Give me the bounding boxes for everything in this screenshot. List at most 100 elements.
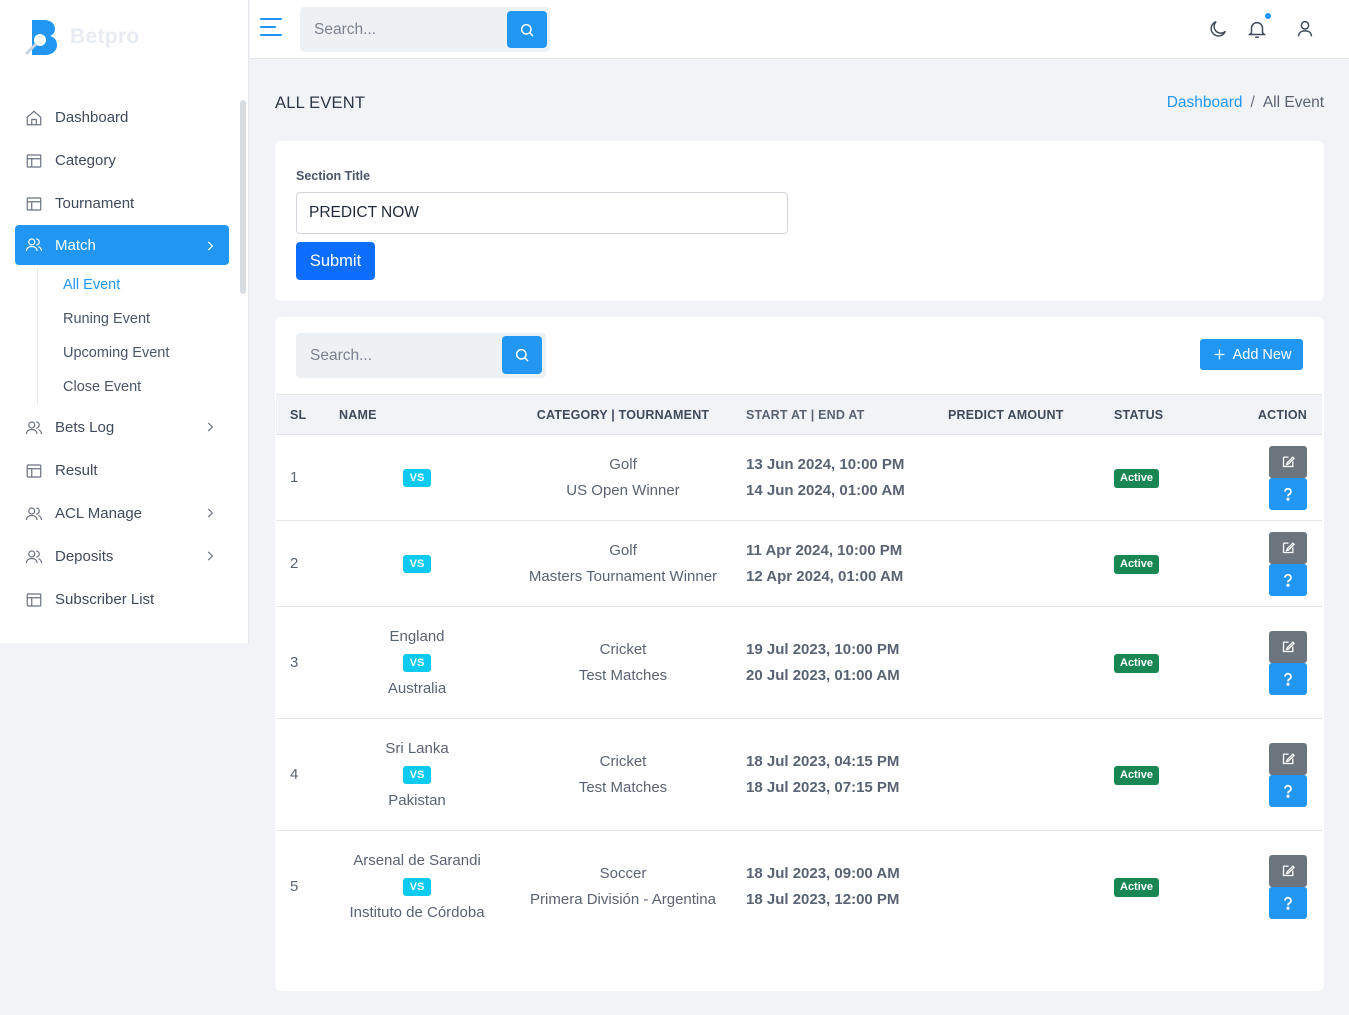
start-at: 18 Jul 2023, 04:15 PM [746,752,900,770]
sidebar-item-match[interactable]: Match [15,225,229,265]
edit-icon [1282,753,1295,765]
team-1: Sri Lanka [385,739,449,757]
question-button[interactable] [1269,563,1307,596]
events-card: Add New SL NAME CATEGORY | TOURNAMENT ST… [275,317,1324,991]
sidebar-item-category[interactable]: Category [15,139,229,182]
question-button[interactable] [1269,774,1307,807]
team-1: Arsenal de Sarandi [353,851,481,869]
row-category: Golf US Open Winner [508,435,738,521]
table-search-input[interactable] [296,333,501,378]
question-button[interactable] [1269,662,1307,695]
top-search-button[interactable] [507,11,547,48]
sidebar-item-subscriber-list[interactable]: Subscriber List [15,578,229,621]
question-icon [1284,573,1292,587]
submenu-item-all-event[interactable]: All Event [63,268,229,302]
row-dates: 18 Jul 2023, 09:00 AM 18 Jul 2023, 12:00… [738,831,948,943]
page-title: ALL EVENT [275,94,366,112]
notifications[interactable] [1246,12,1272,40]
table-row: 1 VS Golf US Open Winner 13 Jun 2024, 10… [276,435,1322,521]
edit-button[interactable] [1269,742,1307,775]
table-search-button[interactable] [502,336,542,374]
status-badge: Active [1114,554,1160,574]
row-name: England VS Australia [326,607,508,719]
row-sl: 1 [290,469,299,486]
events-table: SL NAME CATEGORY | TOURNAMENT START AT |… [276,394,1322,943]
edit-button[interactable] [1269,854,1307,887]
tournament-name: US Open Winner [566,481,680,499]
question-button[interactable] [1269,886,1307,919]
menu-toggle-icon[interactable] [260,18,282,38]
column-header-predict-amount: PREDICT AMOUNT [948,407,1064,422]
submit-button[interactable]: Submit [296,242,375,280]
edit-button[interactable] [1269,531,1307,564]
search-icon [520,23,534,37]
sidebar-item-dashboard[interactable]: Dashboard [15,96,229,139]
sidebar-item-deposits[interactable]: Deposits [15,535,229,578]
row-status: Active [1108,607,1228,719]
row-actions [1228,831,1322,943]
row-sl: 3 [290,654,299,671]
sidebar-item-result[interactable]: Result [15,449,229,492]
search-icon [515,348,529,362]
edit-button[interactable] [1269,630,1307,663]
breadcrumb-dashboard-link[interactable]: Dashboard [1167,94,1243,111]
sidebar-item-label: Dashboard [55,109,129,126]
topbar [250,0,1349,59]
top-search-input[interactable] [300,7,505,52]
row-category: Soccer Primera División - Argentina [508,831,738,943]
row-predict-amount [948,435,1108,521]
row-category: Golf Masters Tournament Winner [508,521,738,607]
submenu-item-running-event[interactable]: Runing Event [63,302,229,336]
row-sl: 4 [290,766,299,783]
start-at: 11 Apr 2024, 10:00 PM [746,541,903,559]
row-actions [1228,719,1322,831]
row-dates: 18 Jul 2023, 04:15 PM 18 Jul 2023, 07:15… [738,719,948,831]
brand-logo[interactable]: Betpro [24,18,139,56]
breadcrumb: Dashboard / All Event [1167,94,1324,112]
row-dates: 19 Jul 2023, 10:00 PM 20 Jul 2023, 01:00… [738,607,948,719]
section-title-input[interactable] [296,192,788,234]
row-predict-amount [948,607,1108,719]
edit-button[interactable] [1269,445,1307,478]
sidebar-scrollbar[interactable] [240,100,246,294]
add-new-button[interactable]: Add New [1200,339,1303,370]
user-icon[interactable] [1294,18,1316,40]
column-header-name: NAME [339,407,377,422]
users-icon [25,506,43,520]
row-dates: 11 Apr 2024, 10:00 PM 12 Apr 2024, 01:00… [738,521,948,607]
dark-mode-moon-icon[interactable] [1207,18,1229,40]
start-at: 13 Jun 2024, 10:00 PM [746,455,905,473]
section-title-card: Section Title Submit [275,141,1324,301]
edit-icon [1282,641,1295,653]
edit-icon [1282,542,1295,554]
match-submenu: All Event Runing Event Upcoming Event Cl… [37,268,229,404]
users-icon [25,549,43,563]
table-row: 3 England VS Australia Cricket Test Matc… [276,607,1322,719]
end-at: 18 Jul 2023, 12:00 PM [746,890,900,908]
row-predict-amount [948,719,1108,831]
submenu-item-close-event[interactable]: Close Event [63,370,229,404]
table-header-row: SL NAME CATEGORY | TOURNAMENT START AT |… [276,394,1322,435]
row-name: Sri Lanka VS Pakistan [326,719,508,831]
row-actions [1228,521,1322,607]
sidebar-item-tournament[interactable]: Tournament [15,182,229,225]
sidebar-item-bets-log[interactable]: Bets Log [15,406,229,449]
vs-badge: VS [402,554,432,573]
sidebar-item-label: Match [55,236,96,254]
chevron-right-icon [207,551,214,561]
chevron-right-icon [207,422,214,432]
question-button[interactable] [1269,477,1307,510]
chevron-right-icon [207,508,214,518]
team-2: Instituto de Córdoba [349,903,485,921]
submenu-item-upcoming-event[interactable]: Upcoming Event [63,336,229,370]
plus-icon [1214,349,1225,360]
sidebar-item-label: ACL Manage [55,505,142,522]
edit-icon [1282,865,1295,877]
row-category: Cricket Test Matches [508,719,738,831]
row-actions [1228,607,1322,719]
category-name: Golf [609,455,637,473]
sidebar-item-acl-manage[interactable]: ACL Manage [15,492,229,535]
question-icon [1284,487,1292,501]
column-header-sl: SL [290,407,307,422]
table-icon [26,153,42,168]
